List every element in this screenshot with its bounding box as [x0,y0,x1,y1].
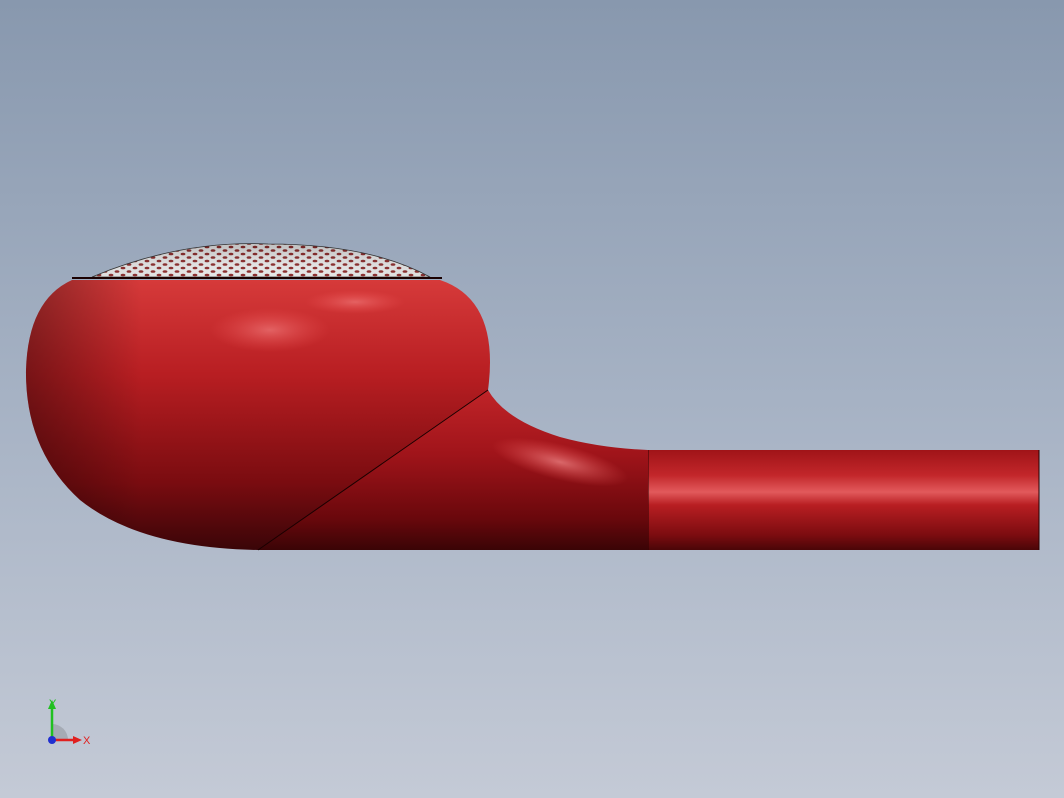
earbud-model[interactable] [0,0,1064,798]
speaker-mesh [91,243,431,278]
axis-triad: Y X [48,698,91,747]
cable-stem [647,450,1040,550]
x-axis-label: X [83,735,91,747]
x-axis-arrow-icon [73,736,82,744]
graphics-viewport[interactable]: Y X [0,0,1064,798]
y-axis-label: Y [49,698,57,710]
z-axis-icon [48,736,56,744]
